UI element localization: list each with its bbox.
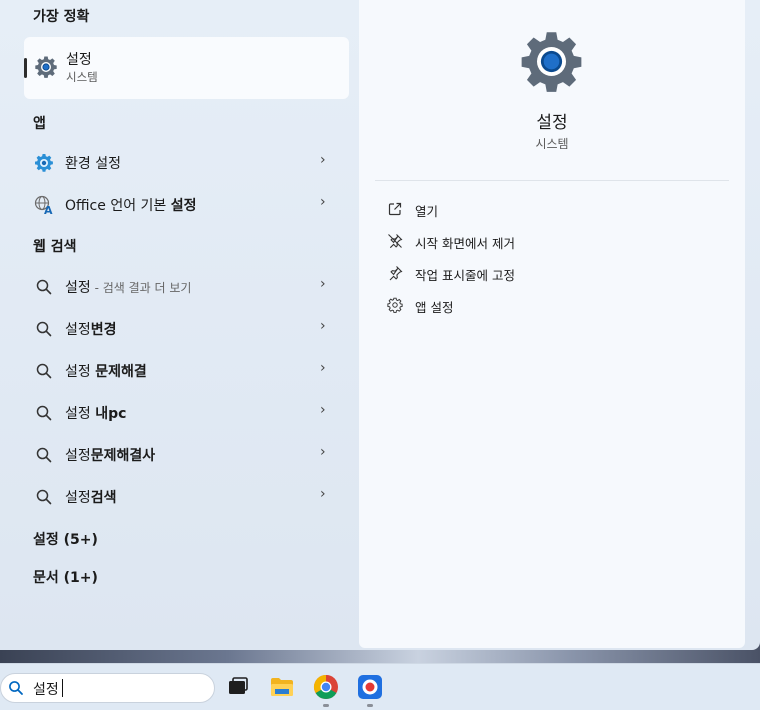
web-search-label: 설정검색 xyxy=(65,490,117,506)
control-panel-icon xyxy=(35,154,53,172)
office-language-icon: A xyxy=(34,195,53,215)
best-match-settings[interactable]: 설정 시스템 xyxy=(24,37,349,99)
search-icon xyxy=(36,279,52,295)
search-icon xyxy=(36,405,52,421)
search-icon xyxy=(36,489,52,505)
action-label: 열기 xyxy=(415,204,439,219)
apps-title: 앱 xyxy=(33,116,46,132)
app-item-label: Office 언어 기본 설정 xyxy=(65,198,197,214)
results-list: 가장 정확 설정 시스템 앱 환경 설정 › A Office 언어 기본 설정… xyxy=(0,0,359,650)
screen-recorder-icon[interactable] xyxy=(357,674,383,700)
detail-app-name: 설정 xyxy=(536,113,568,133)
web-search-item[interactable]: 설정검색 › xyxy=(24,477,349,515)
search-icon xyxy=(36,321,52,337)
chevron-right-icon: › xyxy=(320,318,326,334)
svg-text:A: A xyxy=(44,204,53,215)
chevron-right-icon: › xyxy=(320,276,326,292)
taskbar: 설정 xyxy=(0,663,760,710)
action-unpin-start[interactable]: 시작 화면에서 제거 xyxy=(383,227,723,255)
unpin-icon xyxy=(388,234,403,249)
open-external-icon xyxy=(388,202,402,216)
detail-pane: 설정 시스템 열기 시작 화면에서 제거 작업 표시줄에 고정 앱 설정 xyxy=(359,0,745,648)
running-indicator xyxy=(367,704,373,707)
chevron-right-icon: › xyxy=(320,402,326,418)
chevron-right-icon: › xyxy=(320,444,326,460)
chrome-icon[interactable] xyxy=(313,674,339,700)
action-label: 시작 화면에서 제거 xyxy=(415,236,515,251)
web-search-item[interactable]: 설정문제해결사 › xyxy=(24,435,349,473)
search-icon xyxy=(36,363,52,379)
web-search-label: 설정변경 xyxy=(65,322,117,338)
action-pin-taskbar[interactable]: 작업 표시줄에 고정 xyxy=(383,259,723,287)
web-search-label: 설정 문제해결 xyxy=(65,364,147,380)
best-match-subtitle: 시스템 xyxy=(66,70,98,84)
web-search-label: 설정 - 검색 결과 더 보기 xyxy=(65,280,192,296)
search-icon xyxy=(9,681,23,695)
chevron-right-icon: › xyxy=(320,152,326,168)
action-label: 작업 표시줄에 고정 xyxy=(415,268,515,283)
divider xyxy=(375,180,729,181)
gear-icon xyxy=(387,297,403,313)
chevron-right-icon: › xyxy=(320,486,326,502)
web-search-label: 설정문제해결사 xyxy=(65,448,156,464)
search-icon xyxy=(36,447,52,463)
settings-gear-icon xyxy=(35,56,57,78)
web-search-item[interactable]: 설정 - 검색 결과 더 보기 › xyxy=(24,267,349,305)
selection-indicator xyxy=(24,58,27,78)
web-search-item[interactable]: 설정 내pc › xyxy=(24,393,349,431)
web-search-item[interactable]: 설정 문제해결 › xyxy=(24,351,349,389)
detail-app-subtitle: 시스템 xyxy=(535,137,569,151)
text-caret xyxy=(62,679,63,697)
settings-gear-icon xyxy=(521,32,582,92)
search-results-panel: 가장 정확 설정 시스템 앱 환경 설정 › A Office 언어 기본 설정… xyxy=(0,0,760,650)
settings-more-section[interactable]: 설정 (5+) xyxy=(33,529,98,549)
running-indicator xyxy=(323,704,329,707)
web-search-item[interactable]: 설정변경 › xyxy=(24,309,349,347)
task-view-icon[interactable] xyxy=(225,674,251,700)
app-item-label: 환경 설정 xyxy=(65,156,121,172)
pin-icon xyxy=(389,266,403,281)
search-value: 설정 xyxy=(33,682,59,698)
app-item-control-panel[interactable]: 환경 설정 › xyxy=(24,143,349,181)
chevron-right-icon: › xyxy=(320,360,326,376)
action-app-settings[interactable]: 앱 설정 xyxy=(383,291,723,319)
best-match-name: 설정 xyxy=(66,52,92,68)
chevron-right-icon: › xyxy=(320,194,326,210)
app-item-office-language[interactable]: A Office 언어 기본 설정 › xyxy=(24,185,349,223)
best-match-title: 가장 정확 xyxy=(33,9,90,25)
documents-more-section[interactable]: 문서 (1+) xyxy=(33,567,98,587)
taskbar-search-input[interactable]: 설정 xyxy=(0,673,215,703)
file-explorer-icon[interactable] xyxy=(269,674,295,700)
action-label: 앱 설정 xyxy=(415,300,454,315)
action-open[interactable]: 열기 xyxy=(383,195,723,223)
web-search-title: 웹 검색 xyxy=(33,239,77,255)
web-search-label: 설정 내pc xyxy=(65,406,127,422)
